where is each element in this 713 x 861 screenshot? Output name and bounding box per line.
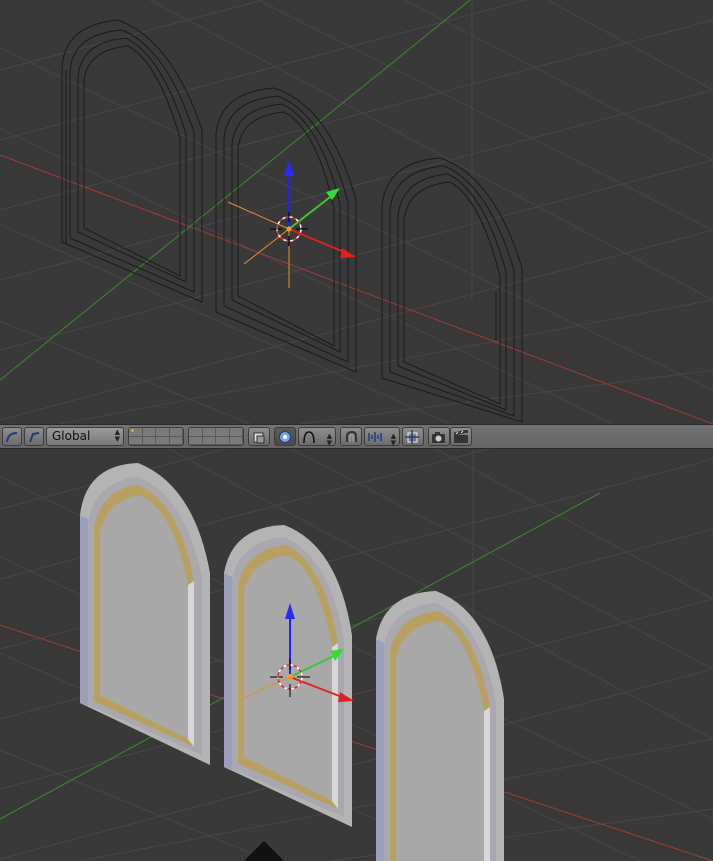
opengl-anim-icon [453,429,469,443]
window-solid-right [376,591,504,861]
snap-element-dropdown[interactable]: ▲ ▼ [364,427,400,447]
falloff-dropdown[interactable]: ▲ ▼ [298,427,336,447]
render-layer-icon [253,432,265,443]
3d-viewport-solid[interactable] [0,449,713,861]
layer-cell[interactable] [202,436,216,445]
layer-cell[interactable] [156,428,170,437]
layer-cell[interactable] [129,436,143,445]
pivot-button[interactable] [24,427,44,446]
layer-cell[interactable] [169,436,183,445]
pivot-icon [29,431,40,442]
snap-target-button[interactable] [402,427,424,446]
layer-cell[interactable] [142,428,156,437]
layer-cell[interactable] [189,436,203,445]
layer-cell[interactable] [216,436,230,445]
curve-icon [6,431,18,442]
layer-cell[interactable] [156,436,170,445]
proportional-edit-button[interactable] [274,427,296,446]
falloff-icon [303,430,315,443]
layer-cell[interactable] [189,428,203,437]
snap-target-icon [405,429,419,444]
window-solid-left [80,463,210,765]
layer-cell[interactable] [229,428,243,437]
layer-cell[interactable] [202,428,216,437]
layer-cell[interactable] [229,436,243,445]
window-wireframe-left [61,19,203,303]
layer-cell[interactable] [169,428,183,437]
3d-view-header: Global ▲ ▼ ▲ ▼ ▲ ▼ [0,424,713,449]
render-layer-button[interactable] [248,427,270,446]
scene-layers-grid-2[interactable] [188,427,244,446]
transform-orientation-label: Global [52,429,91,443]
snap-toggle-button[interactable] [340,427,362,446]
layer-grid-icon[interactable] [129,428,143,437]
snap-icon [346,430,357,442]
opengl-render-icon [432,431,445,443]
transform-orientation-dropdown[interactable]: Global ▲ ▼ [46,427,124,446]
layer-cell[interactable] [142,436,156,445]
dropdown-arrows-icon: ▲ ▼ [326,432,332,447]
curve-button[interactable] [2,427,22,446]
dropdown-arrows-icon: ▲ ▼ [390,432,396,447]
opengl-render-button[interactable] [428,427,450,446]
resize-corner-icon[interactable] [244,841,284,861]
opengl-anim-button[interactable] [450,427,472,446]
scene-layers-grid[interactable] [128,427,184,446]
dropdown-arrows-icon: ▲ ▼ [114,428,120,443]
layer-cell[interactable] [216,428,230,437]
snap-element-icon [368,431,382,442]
window-wireframe-right [381,157,523,423]
3d-cursor[interactable] [270,212,308,246]
3d-viewport-wireframe[interactable] [0,0,713,424]
proportional-edit-icon [279,430,291,443]
